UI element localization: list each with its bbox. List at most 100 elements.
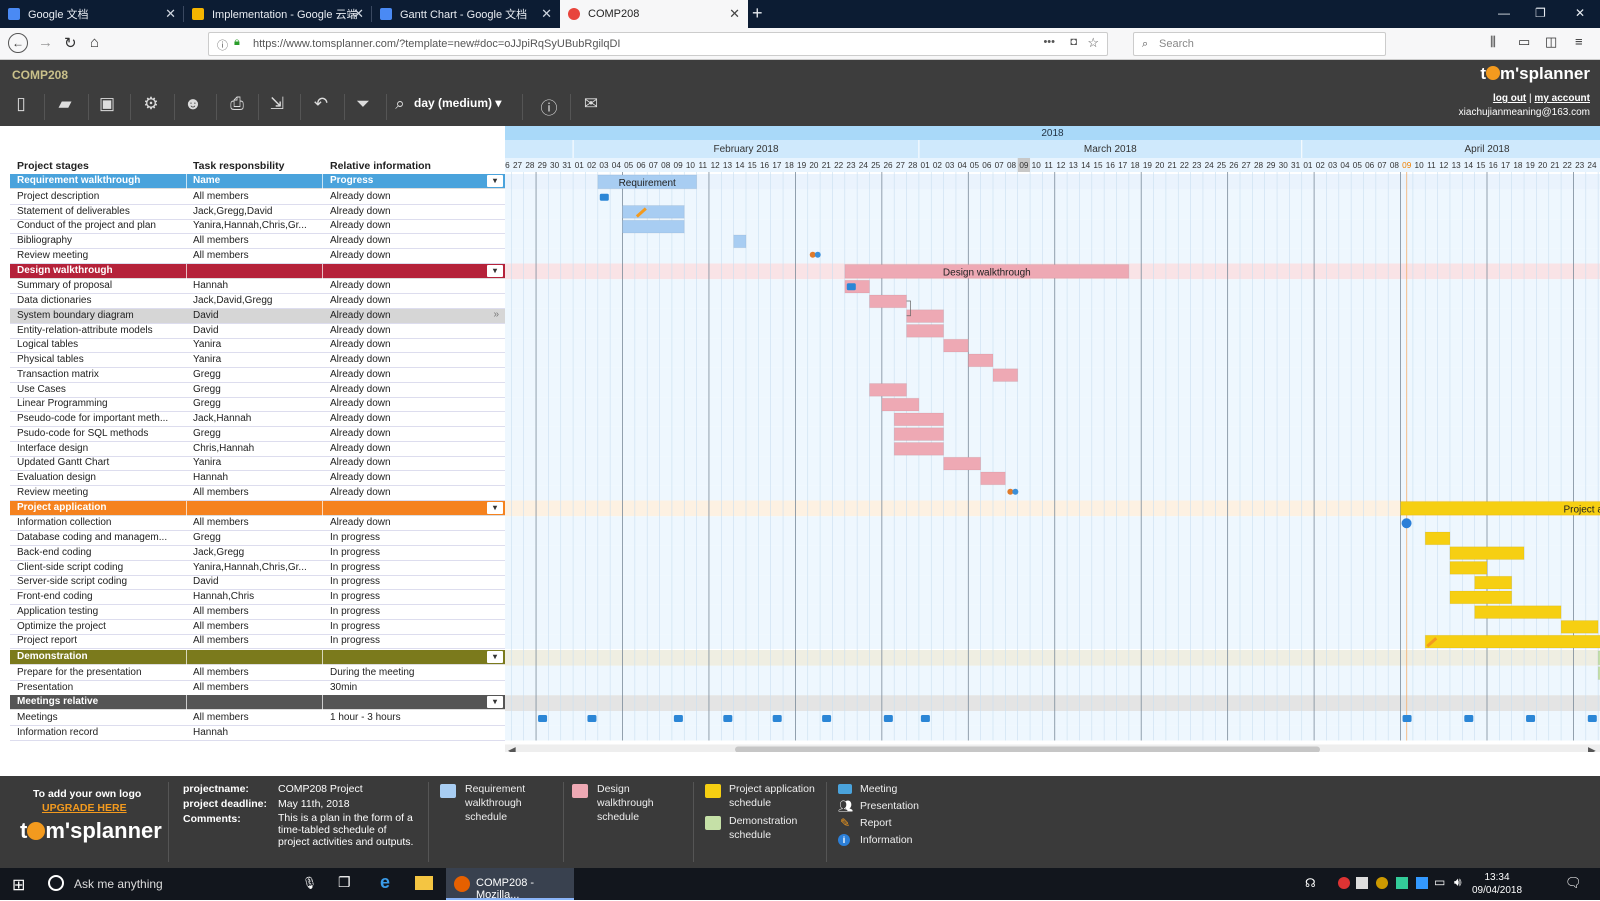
cortana-icon[interactable] [48, 875, 64, 891]
windows-start-icon[interactable]: ⊞ [12, 875, 25, 895]
collapse-chevron-icon[interactable]: ▾ [487, 175, 503, 187]
task-row[interactable]: Summary of proposal Hannah Already down [10, 279, 505, 294]
tray-app-icon[interactable] [1416, 877, 1428, 889]
task-row[interactable]: Review meeting All members Already down [10, 249, 505, 264]
collapse-chevron-icon[interactable]: ▾ [487, 696, 503, 708]
task-row[interactable]: Front-end coding Hannah,Chris In progres… [10, 590, 505, 605]
task-row[interactable]: Project report All members In progress [10, 634, 505, 649]
info-icon[interactable]: ⓘ [217, 37, 228, 53]
task-row[interactable]: Data dictionaries Jack,David,Gregg Alrea… [10, 294, 505, 309]
task-row[interactable]: Information record Hannah [10, 726, 505, 741]
close-icon[interactable]: ✕ [729, 6, 740, 22]
collapse-chevron-icon[interactable]: ▾ [487, 502, 503, 514]
tray-app-icon[interactable] [1356, 877, 1368, 889]
info-icon[interactable]: ⓘ [534, 94, 564, 120]
task-row[interactable]: Database coding and managem... Gregg In … [10, 531, 505, 546]
tray-app-icon[interactable] [1396, 877, 1408, 889]
task-row[interactable]: Back-end coding Jack,Gregg In progress [10, 546, 505, 561]
forward-icon[interactable]: → [38, 34, 53, 51]
sidebar-icon[interactable]: ◫ [1545, 34, 1557, 50]
close-icon[interactable]: ✕ [165, 6, 176, 22]
my-account-link[interactable]: my account [1534, 93, 1590, 104]
logout-link[interactable]: log out [1493, 93, 1526, 104]
task-row[interactable]: Information collection All members Alrea… [10, 516, 505, 531]
home-icon[interactable]: ⌂ [90, 34, 99, 51]
bookmark-star-icon[interactable]: ☆ [1087, 35, 1099, 51]
task-row[interactable]: Logical tables Yanira Already down [10, 338, 505, 353]
task-row[interactable]: Conduct of the project and plan Yanira,H… [10, 219, 505, 234]
undo-icon[interactable]: ↶ [306, 94, 336, 120]
task-row[interactable]: Physical tables Yanira Already down [10, 353, 505, 368]
task-row[interactable]: Optimize the project All members In prog… [10, 620, 505, 635]
group-header[interactable]: Project application ▾ [10, 501, 505, 516]
more-icon[interactable]: ••• [1043, 36, 1055, 48]
file-explorer-icon[interactable] [415, 876, 433, 890]
collapse-chevron-icon[interactable]: ▾ [487, 265, 503, 277]
task-row[interactable]: Updated Gantt Chart Yanira Already down [10, 456, 505, 471]
task-row[interactable]: System boundary diagram David Already do… [10, 309, 505, 324]
task-row[interactable]: Application testing All members In progr… [10, 605, 505, 620]
task-row[interactable]: Project description All members Already … [10, 190, 505, 205]
task-row[interactable]: Use Cases Gregg Already down [10, 383, 505, 398]
new-tab-plus-icon[interactable]: + [752, 3, 763, 24]
print-icon[interactable]: ⎙ [222, 94, 252, 120]
task-row[interactable]: Entity-relation-attribute models David A… [10, 324, 505, 339]
microphone-icon[interactable]: 🎙︎ [302, 876, 317, 890]
reader-icon[interactable]: ▭ [1518, 34, 1530, 50]
clock[interactable]: 13:34 09/04/2018 [1472, 871, 1522, 897]
task-row[interactable]: Statement of deliverables Jack,Gregg,Dav… [10, 205, 505, 220]
task-row[interactable]: Presentation All members 30min [10, 681, 505, 696]
menu-icon[interactable]: ≡ [1575, 34, 1583, 49]
save-icon[interactable]: ▣ [92, 94, 122, 120]
task-row[interactable]: Server-side script coding David In progr… [10, 575, 505, 590]
pocket-icon[interactable]: ◘ [1070, 36, 1077, 48]
browser-tab[interactable]: Implementation - Google 云端 ✕ [184, 0, 372, 28]
task-row[interactable]: Evaluation design Hannah Already down [10, 471, 505, 486]
team-icon[interactable]: ☻ [178, 94, 208, 120]
group-header[interactable]: Meetings relative ▾ [10, 695, 505, 710]
export-icon[interactable]: ⇲ [262, 94, 292, 120]
restore-icon[interactable]: ❐ [1535, 6, 1546, 20]
task-row[interactable]: Transaction matrix Gregg Already down [10, 368, 505, 383]
group-header[interactable]: Demonstration ▾ [10, 650, 505, 665]
firefox-taskbar-item[interactable]: COMP208 - Mozilla... [446, 868, 574, 900]
tray-app-icon[interactable] [1338, 877, 1350, 889]
minimize-icon[interactable]: — [1498, 6, 1510, 20]
browser-tab-active[interactable]: COMP208 ✕ [560, 0, 748, 28]
window-close-icon[interactable]: ✕ [1575, 6, 1585, 20]
task-row[interactable]: Meetings All members 1 hour - 3 hours [10, 711, 505, 726]
back-icon[interactable]: ← [8, 33, 28, 53]
zoom-dropdown[interactable]: day (medium) ▾ [414, 96, 501, 110]
settings-gear-icon[interactable]: ⚙ [136, 94, 166, 120]
task-view-icon[interactable]: ❐ [338, 874, 351, 891]
network-icon[interactable]: ▭ [1434, 875, 1445, 889]
zoom-search-icon[interactable]: ⌕ [390, 94, 410, 120]
task-row[interactable]: Interface design Chris,Hannah Already do… [10, 442, 505, 457]
upgrade-link[interactable]: UPGRADE HERE [42, 802, 127, 814]
close-icon[interactable]: ✕ [541, 6, 552, 22]
task-row[interactable]: Linear Programming Gregg Already down [10, 397, 505, 412]
people-icon[interactable]: ☊ [1305, 876, 1316, 890]
volume-icon[interactable]: 🔊︎ [1454, 875, 1462, 890]
task-row[interactable]: Pseudo-code for important meth... Jack,H… [10, 412, 505, 427]
mail-icon[interactable]: ✉ [576, 94, 606, 120]
group-header[interactable]: Design walkthrough ▾ [10, 264, 505, 279]
task-row[interactable]: Psudo-code for SQL methods Gregg Already… [10, 427, 505, 442]
search-input[interactable]: ⌕ Search [1133, 32, 1386, 56]
task-row[interactable]: Client-side script coding Yanira,Hannah,… [10, 561, 505, 576]
filter-icon[interactable]: ⏷ [348, 94, 378, 120]
notifications-icon[interactable]: 🗨︎ [1565, 875, 1582, 891]
library-icon[interactable]: ⫼ [1490, 34, 1496, 50]
task-row[interactable]: Bibliography All members Already down [10, 234, 505, 249]
url-bar[interactable]: ⓘ 🔒︎ https://www.tomsplanner.com/?templa… [208, 32, 1108, 56]
gantt-chart[interactable]: 2018February 2018March 2018April 2018May… [505, 126, 1600, 752]
edge-icon[interactable]: e [380, 872, 390, 893]
task-row[interactable]: Review meeting All members Already down [10, 486, 505, 501]
close-icon[interactable]: ✕ [353, 6, 364, 22]
browser-tab[interactable]: Google 文档 ✕ [0, 0, 184, 28]
tray-app-icon[interactable] [1376, 877, 1388, 889]
task-row[interactable]: Prepare for the presentation All members… [10, 666, 505, 681]
open-folder-icon[interactable]: ▰ [50, 94, 80, 120]
taskbar-search[interactable]: Ask me anything [74, 877, 163, 891]
browser-tab[interactable]: Gantt Chart - Google 文档 ✕ [372, 0, 560, 28]
